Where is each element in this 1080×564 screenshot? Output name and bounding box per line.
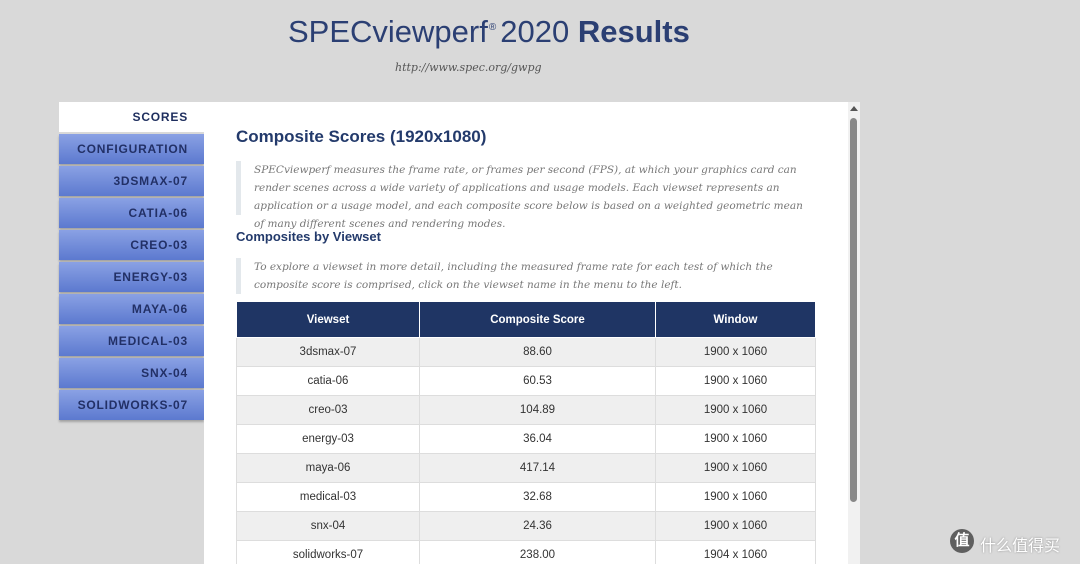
column-header-window: Window: [655, 301, 816, 338]
sidebar-item-configuration[interactable]: CONFIGURATION: [59, 134, 204, 164]
cell-viewset: 3dsmax-07: [236, 337, 420, 367]
sidebar-item-catia-06[interactable]: CATIA-06: [59, 198, 204, 228]
table-row: energy-03 36.04 1900 x 1060: [236, 424, 816, 454]
sidebar-item-snx-04[interactable]: SNX-04: [59, 358, 204, 388]
sidebar-nav: SCORES CONFIGURATION 3DSMAX-07 CATIA-06 …: [59, 102, 204, 422]
spec-url[interactable]: http://www.spec.org/gwpg: [395, 61, 542, 74]
cell-window: 1900 x 1060: [655, 366, 816, 396]
column-header-composite-score: Composite Score: [419, 301, 656, 338]
cell-score: 88.60: [419, 337, 656, 367]
cell-score: 238.00: [419, 540, 656, 564]
cell-window: 1900 x 1060: [655, 453, 816, 483]
cell-viewset: snx-04: [236, 511, 420, 541]
content-panel: Composite Scores (1920x1080) SPECviewper…: [204, 102, 860, 564]
cell-window: 1904 x 1060: [655, 540, 816, 564]
scrollbar-thumb[interactable]: [850, 118, 857, 502]
cell-viewset: solidworks-07: [236, 540, 420, 564]
cell-window: 1900 x 1060: [655, 424, 816, 454]
intro-note: SPECviewperf measures the frame rate, or…: [236, 161, 816, 230]
title-year: 2020: [500, 14, 570, 49]
watermark: 值 什么值得买: [950, 529, 1075, 555]
cell-window: 1900 x 1060: [655, 395, 816, 425]
sidebar-item-solidworks-07[interactable]: SOLIDWORKS-07: [59, 390, 204, 420]
sidebar-item-maya-06[interactable]: MAYA-06: [59, 294, 204, 324]
explore-note: To explore a viewset in more detail, inc…: [236, 258, 816, 294]
cell-viewset: catia-06: [236, 366, 420, 396]
vertical-scrollbar[interactable]: [848, 102, 860, 564]
table-row: catia-06 60.53 1900 x 1060: [236, 366, 816, 396]
scores-table: Viewset Composite Score Window 3dsmax-07…: [236, 301, 816, 564]
cell-score: 24.36: [419, 511, 656, 541]
watermark-text: 什么值得买: [980, 536, 1061, 555]
cell-window: 1900 x 1060: [655, 482, 816, 512]
cell-score: 104.89: [419, 395, 656, 425]
sidebar-item-medical-03[interactable]: MEDICAL-03: [59, 326, 204, 356]
composites-by-viewset-heading: Composites by Viewset: [236, 229, 381, 244]
page-title: SPECviewperf® 2020 Results: [288, 14, 690, 50]
table-row: solidworks-07 238.00 1904 x 1060: [236, 540, 816, 564]
registered-mark: ®: [488, 22, 497, 33]
column-header-viewset: Viewset: [236, 301, 420, 338]
table-row: snx-04 24.36 1900 x 1060: [236, 511, 816, 541]
cell-score: 36.04: [419, 424, 656, 454]
scroll-up-arrow-icon[interactable]: [850, 106, 858, 111]
cell-score: 32.68: [419, 482, 656, 512]
sidebar-item-3dsmax-07[interactable]: 3DSMAX-07: [59, 166, 204, 196]
cell-viewset: creo-03: [236, 395, 420, 425]
sidebar-item-scores[interactable]: SCORES: [59, 102, 204, 132]
cell-viewset: medical-03: [236, 482, 420, 512]
table-row: medical-03 32.68 1900 x 1060: [236, 482, 816, 512]
watermark-logo-icon: 值: [950, 529, 974, 553]
cell-score: 60.53: [419, 366, 656, 396]
cell-window: 1900 x 1060: [655, 511, 816, 541]
cell-score: 417.14: [419, 453, 656, 483]
title-bold: Results: [577, 14, 690, 49]
cell-viewset: energy-03: [236, 424, 420, 454]
cell-viewset: maya-06: [236, 453, 420, 483]
sidebar-item-energy-03[interactable]: ENERGY-03: [59, 262, 204, 292]
sidebar-item-creo-03[interactable]: CREO-03: [59, 230, 204, 260]
composite-scores-heading: Composite Scores (1920x1080): [236, 127, 487, 146]
table-row: maya-06 417.14 1900 x 1060: [236, 453, 816, 483]
table-header-row: Viewset Composite Score Window: [236, 301, 816, 338]
cell-window: 1900 x 1060: [655, 337, 816, 367]
table-row: creo-03 104.89 1900 x 1060: [236, 395, 816, 425]
table-row: 3dsmax-07 88.60 1900 x 1060: [236, 337, 816, 367]
title-main: SPECviewperf: [288, 14, 488, 49]
page-header: SPECviewperf® 2020 Results http://www.spe…: [0, 0, 1080, 100]
